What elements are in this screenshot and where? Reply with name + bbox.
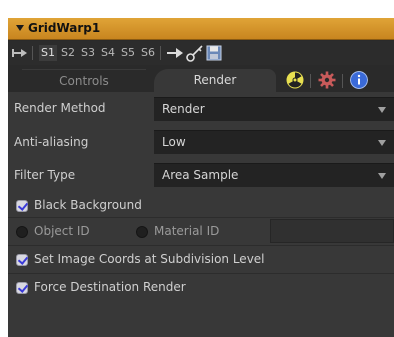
tab-controls[interactable]: Controls	[22, 69, 146, 93]
force-destination-checkbox[interactable]	[16, 282, 28, 294]
key-icon[interactable]	[186, 44, 204, 62]
version-slot-s2[interactable]: S2	[59, 45, 77, 61]
anti-aliasing-dropdown[interactable]: Low	[154, 130, 394, 154]
toolbar-divider	[160, 46, 161, 60]
id-value-field[interactable]	[270, 219, 394, 243]
pin-arrow-icon[interactable]	[12, 47, 28, 59]
filter-type-value: Area Sample	[162, 168, 239, 182]
black-background-row: Black Background	[8, 189, 394, 215]
material-id-label[interactable]: Material ID	[154, 224, 219, 238]
black-background-label[interactable]: Black Background	[34, 198, 142, 212]
tab-divider	[342, 74, 343, 88]
black-background-checkbox[interactable]	[16, 200, 28, 212]
version-toolbar: S1 S2 S3 S4 S5 S6	[8, 41, 394, 65]
tool-panel: GridWarp1 S1 S2 S3 S4 S5 S6 Controls Ren…	[8, 18, 394, 337]
tab-divider	[310, 74, 311, 88]
version-slot-s3[interactable]: S3	[79, 45, 97, 61]
object-material-row: Object ID Material ID	[8, 217, 394, 245]
chevron-down-icon	[378, 107, 386, 113]
render-tab-content: Render Method Render Anti-aliasing Low F…	[8, 93, 394, 337]
arrow-right-icon[interactable]	[166, 47, 184, 59]
render-method-value: Render	[162, 102, 205, 116]
version-slot-s1[interactable]: S1	[39, 45, 57, 61]
set-image-coords-checkbox[interactable]	[16, 254, 28, 266]
tool-title: GridWarp1	[28, 21, 101, 35]
chevron-down-icon	[378, 173, 386, 179]
anti-aliasing-value: Low	[162, 135, 186, 149]
render-method-row: Render Method Render	[8, 93, 394, 125]
chevron-down-icon	[378, 140, 386, 146]
set-image-coords-row: Set Image Coords at Subdivision Level	[8, 245, 394, 273]
collapse-arrow-icon[interactable]	[16, 25, 24, 31]
force-destination-row: Force Destination Render	[8, 273, 394, 301]
filter-type-row: Filter Type Area Sample	[8, 157, 394, 189]
version-slot-s6[interactable]: S6	[139, 45, 157, 61]
radioactive-icon[interactable]	[286, 71, 304, 89]
save-icon[interactable]	[206, 45, 222, 61]
object-id-label[interactable]: Object ID	[34, 224, 90, 238]
force-destination-label[interactable]: Force Destination Render	[34, 280, 186, 294]
render-method-label: Render Method	[14, 101, 106, 115]
filter-type-label: Filter Type	[14, 168, 76, 182]
tool-header[interactable]: GridWarp1	[8, 18, 394, 40]
object-id-checkbox[interactable]	[16, 226, 28, 238]
anti-aliasing-row: Anti-aliasing Low	[8, 125, 394, 157]
render-method-dropdown[interactable]: Render	[154, 97, 394, 121]
tab-render[interactable]: Render	[154, 69, 276, 93]
info-icon[interactable]	[350, 71, 368, 89]
toolbar-divider	[32, 46, 33, 60]
tab-bar: Controls Render	[8, 66, 394, 93]
filter-type-dropdown[interactable]: Area Sample	[154, 163, 394, 187]
version-slot-s5[interactable]: S5	[119, 45, 137, 61]
set-image-coords-label[interactable]: Set Image Coords at Subdivision Level	[34, 252, 265, 266]
version-slot-s4[interactable]: S4	[99, 45, 117, 61]
gear-icon[interactable]	[318, 71, 336, 89]
anti-aliasing-label: Anti-aliasing	[14, 135, 89, 149]
material-id-checkbox[interactable]	[136, 226, 148, 238]
